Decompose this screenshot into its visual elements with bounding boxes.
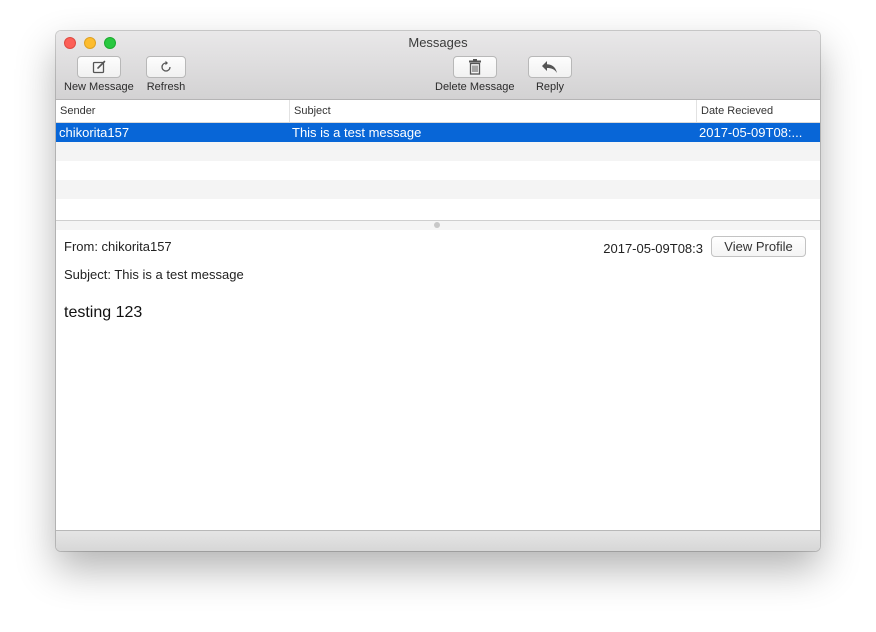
reply-button[interactable] (528, 56, 572, 78)
delete-message-toolbar-item[interactable]: Delete Message (435, 56, 515, 93)
date-cell: 2017-05-09T08:... (699, 125, 803, 140)
trash-icon (468, 59, 481, 75)
column-header-date-received[interactable]: Date Recieved (696, 100, 820, 122)
refresh-button[interactable] (146, 56, 186, 78)
new-message-button[interactable] (76, 56, 121, 78)
window-title: Messages (408, 35, 468, 50)
new-message-toolbar-item[interactable]: New Message (64, 56, 134, 93)
empty-table-row (56, 180, 820, 199)
reply-toolbar-item[interactable]: Reply (528, 56, 572, 93)
window-bottom-bar (56, 530, 820, 551)
reply-arrow-icon (542, 61, 557, 73)
message-body: testing 123 (64, 304, 143, 321)
subject-cell: This is a test message (292, 125, 422, 140)
delete-message-label: Delete Message (435, 81, 515, 93)
compose-icon (92, 60, 106, 74)
message-detail-pane: From: chikorita157 2017-05-09T08:3 View … (56, 230, 820, 530)
message-subject: Subject: This is a test message (64, 267, 244, 282)
view-profile-button[interactable]: View Profile (711, 236, 806, 257)
messages-table: chikorita157 This is a test message 2017… (56, 123, 820, 218)
column-header-subject[interactable]: Subject (289, 100, 696, 122)
reply-label: Reply (535, 81, 565, 93)
empty-table-row (56, 142, 820, 161)
refresh-label: Refresh (146, 81, 186, 93)
table-row[interactable]: chikorita157 This is a test message 2017… (56, 123, 820, 142)
titlebar-toolbar: Messages New Message Refresh Delete Mess… (56, 31, 820, 100)
delete-message-button[interactable] (452, 56, 497, 78)
empty-table-row (56, 199, 820, 218)
message-from: From: chikorita157 (64, 239, 172, 254)
empty-table-row (56, 161, 820, 180)
messages-window: Messages New Message Refresh Delete Mess… (56, 31, 820, 551)
refresh-toolbar-item[interactable]: Refresh (146, 56, 186, 93)
refresh-icon (161, 60, 171, 72)
column-header-sender[interactable]: Sender (56, 100, 289, 122)
sender-cell: chikorita157 (59, 125, 130, 140)
messages-table-header: Sender Subject Date Recieved (56, 100, 820, 123)
message-date: 2017-05-09T08:3 (603, 241, 703, 256)
divider-handle[interactable] (434, 222, 440, 228)
new-message-label: New Message (64, 81, 134, 93)
